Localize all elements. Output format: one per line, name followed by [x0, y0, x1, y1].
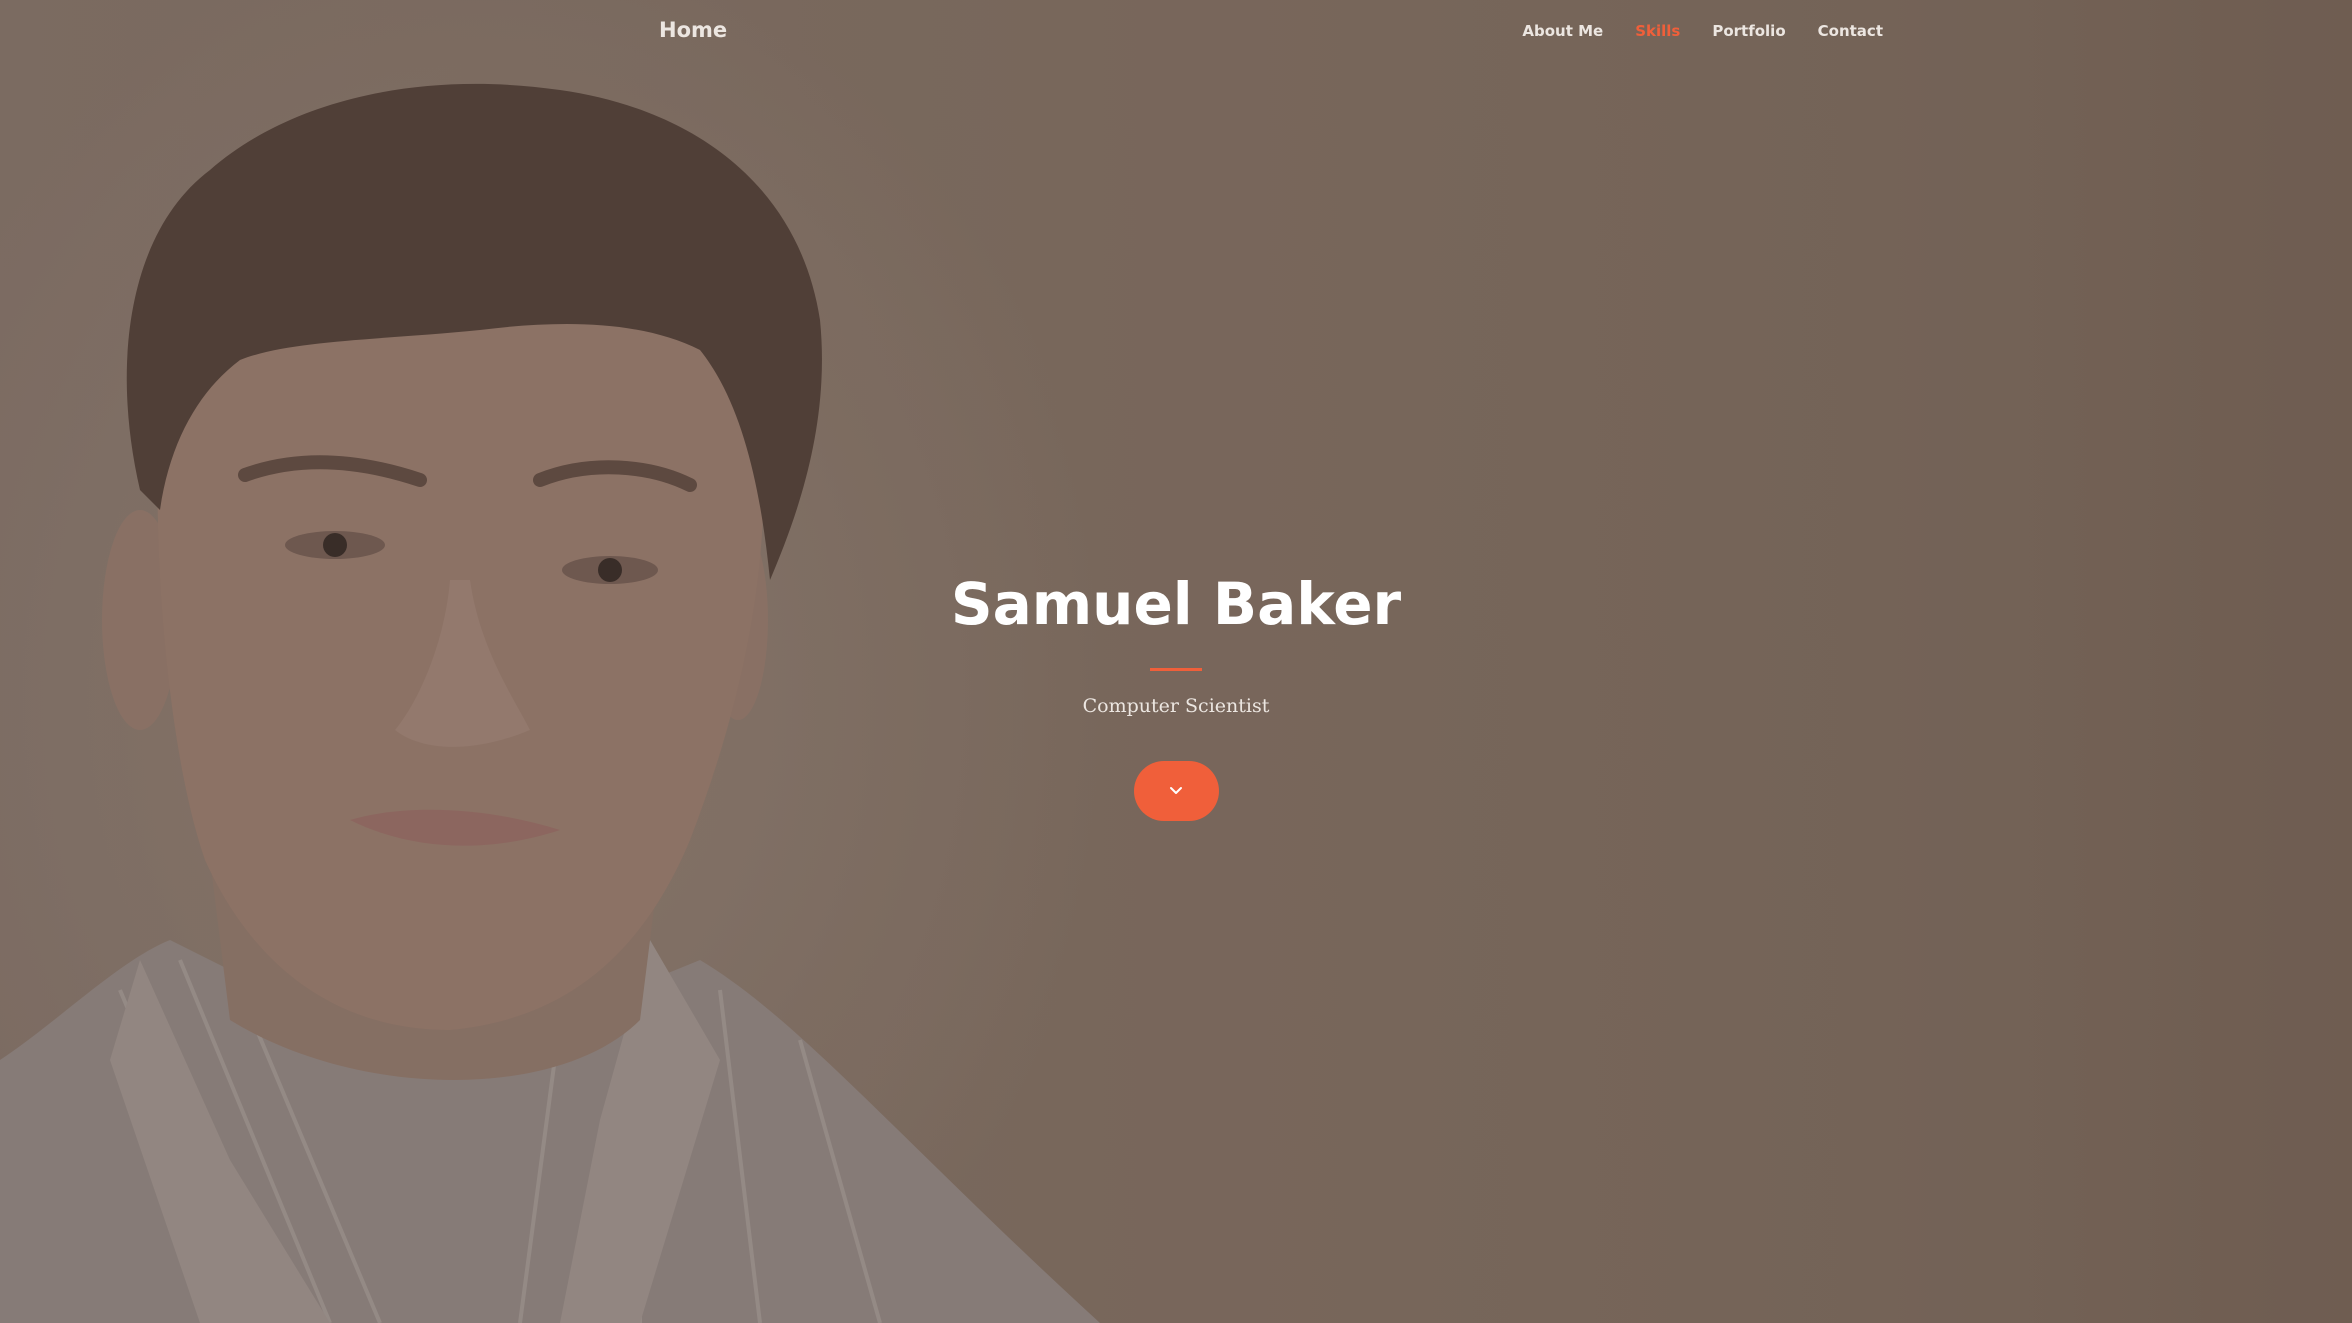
nav-link-about-me[interactable]: About Me: [1522, 22, 1603, 40]
scroll-down-button[interactable]: [1133, 761, 1219, 821]
hero-content: Samuel Baker Computer Scientist: [0, 560, 2352, 821]
nav-item-contact: Contact: [1818, 22, 1883, 41]
navbar: Home About Me Skills Portfolio Contact: [0, 0, 2352, 66]
chevron-down-icon: [1170, 787, 1182, 794]
hero-title: Samuel Baker: [950, 570, 1402, 638]
title-divider: [1150, 668, 1202, 671]
nav-link-skills[interactable]: Skills: [1635, 22, 1680, 40]
nav-link-portfolio[interactable]: Portfolio: [1712, 22, 1785, 40]
nav-item-about: About Me: [1522, 22, 1603, 41]
hero-subtitle: Computer Scientist: [1082, 695, 1270, 717]
nav-item-skills: Skills: [1635, 22, 1680, 41]
nav-item-portfolio: Portfolio: [1712, 22, 1785, 41]
nav-link-contact[interactable]: Contact: [1818, 22, 1883, 40]
brand-home-link[interactable]: Home: [659, 18, 727, 42]
nav-links: About Me Skills Portfolio Contact: [1522, 22, 1883, 41]
